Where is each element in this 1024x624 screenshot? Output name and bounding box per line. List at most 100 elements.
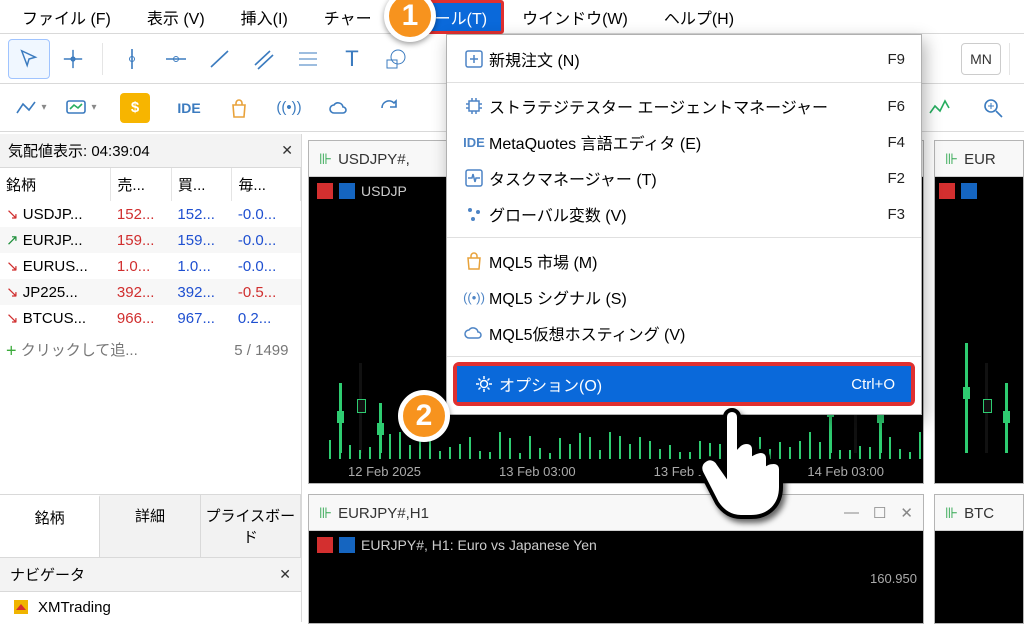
- mi-mql5-signals[interactable]: ((•)) MQL5 シグナル (S): [447, 279, 921, 315]
- chart-usdjpy-inner-label: USDJP: [317, 183, 407, 199]
- channel-tool[interactable]: [243, 39, 285, 79]
- chart-btc-right[interactable]: ⊪BTC: [934, 494, 1024, 624]
- candle-icon: ⊪: [945, 151, 958, 168]
- cloud-icon: [463, 324, 485, 342]
- tools-dropdown: 新規注文 (N) F9 ストラテジテスター エージェントマネージャー F6 ID…: [446, 34, 922, 415]
- table-row[interactable]: ↘ JP225...392...392...-0.5...: [0, 279, 301, 305]
- mi-mql5-market[interactable]: MQL5 市場 (M): [447, 243, 921, 279]
- refresh-button[interactable]: [366, 89, 412, 127]
- mi-metaeditor-short: F4: [887, 134, 905, 151]
- zoom-in-icon: [982, 97, 1004, 119]
- chart-eur-right-label: EUR: [964, 151, 996, 168]
- table-row[interactable]: ↘ USDJP...152...152...-0.0...: [0, 201, 301, 227]
- mi-options-short: Ctrl+O: [851, 376, 895, 393]
- chart-eurjpy-title[interactable]: ⊪ EURJPY#,H1 — ☐ ✕: [309, 495, 923, 531]
- market-watch-header: 気配値表示: 04:39:04 ✕: [0, 134, 301, 168]
- shapes-icon: [384, 47, 408, 71]
- navigator-row-1[interactable]: XMTrading: [0, 592, 301, 622]
- trendline-tool[interactable]: [199, 39, 241, 79]
- cloud-button[interactable]: [316, 89, 362, 127]
- ide-icon: IDE: [459, 135, 489, 150]
- menu-help[interactable]: ヘルプ(H): [646, 0, 752, 34]
- mi-new-order[interactable]: 新規注文 (N) F9: [447, 41, 921, 77]
- tab-symbols[interactable]: 銘柄: [0, 495, 100, 557]
- chart-eurjpy-inner-label: EURJPY#, H1: Euro vs Japanese Yen: [317, 537, 597, 553]
- mi-strategy-label: ストラテジテスター エージェントマネージャー: [489, 94, 887, 118]
- chart-eur-right-body[interactable]: [935, 177, 1023, 483]
- col-change[interactable]: 毎...: [232, 168, 301, 201]
- mi-vps-label: MQL5仮想ホスティング (V): [489, 321, 905, 345]
- table-row[interactable]: ↘ BTCUS...966...967...0.2...: [0, 305, 301, 331]
- crosshair-tool[interactable]: [52, 39, 94, 79]
- chart-eurjpy-label: EURJPY#,H1: [338, 505, 429, 522]
- chart-btc-right-title[interactable]: ⊪BTC: [935, 495, 1023, 531]
- mini-chart[interactable]: [916, 89, 962, 127]
- cursor-tool[interactable]: [8, 39, 50, 79]
- annotation-badge-2: 2: [398, 390, 450, 442]
- mi-global-vars[interactable]: グローバル変数 (V) F3: [447, 196, 921, 232]
- menu-window[interactable]: ウインドウ(W): [504, 0, 646, 34]
- mi-taskmgr-label: タスクマネージャー (T): [489, 166, 887, 190]
- market-button[interactable]: [216, 89, 262, 127]
- mi-globalvars-label: グローバル変数 (V): [489, 202, 887, 226]
- add-symbol-row[interactable]: + クリックして追... 5 / 1499: [0, 331, 301, 370]
- add-symbol-label: クリックして追...: [21, 342, 138, 359]
- market-watch-tabs: 銘柄 詳細 プライスボード: [0, 494, 301, 557]
- mi-options[interactable]: オプション(O) Ctrl+O: [457, 366, 911, 402]
- chart-eurjpy[interactable]: ⊪ EURJPY#,H1 — ☐ ✕ EURJPY#, H1: Euro vs J…: [308, 494, 924, 624]
- table-row[interactable]: ↘ EURUS...1.0...1.0...-0.0...: [0, 253, 301, 279]
- chart-btc-right-body[interactable]: [935, 531, 1023, 623]
- close-icon[interactable]: ✕: [900, 504, 913, 522]
- channel-icon: [252, 47, 276, 71]
- mi-strategy-tester[interactable]: ストラテジテスター エージェントマネージャー F6: [447, 88, 921, 124]
- trendline-icon: [208, 47, 232, 71]
- menu-file[interactable]: ファイル (F): [4, 0, 129, 34]
- dollar-button[interactable]: $: [112, 89, 158, 127]
- table-header-row: 銘柄 売... 買... 毎...: [0, 168, 301, 201]
- menu-chart[interactable]: チャー: [306, 0, 390, 34]
- table-row[interactable]: ↗ EURJP...159...159...-0.0...: [0, 227, 301, 253]
- linechart-drop[interactable]: ▾: [8, 89, 54, 127]
- pulse-icon: [464, 168, 484, 188]
- signal-icon: ((•)): [459, 290, 489, 305]
- timeframe-mn[interactable]: MN: [961, 43, 1001, 75]
- mi-signals-label: MQL5 シグナル (S): [489, 285, 905, 309]
- market-watch-close[interactable]: ✕: [281, 142, 293, 159]
- fib-tool[interactable]: [287, 39, 329, 79]
- col-ask[interactable]: 買...: [171, 168, 232, 201]
- candle-icon: ⊪: [319, 505, 332, 522]
- chart-eur-right-title[interactable]: ⊪ EUR: [935, 141, 1023, 177]
- menu-view[interactable]: 表示 (V): [129, 0, 223, 34]
- menu-insert[interactable]: 挿入(I): [223, 0, 306, 34]
- mi-market-label: MQL5 市場 (M): [489, 249, 905, 273]
- col-bid[interactable]: 売...: [111, 168, 172, 201]
- navigator-close[interactable]: ✕: [279, 566, 291, 583]
- chart-eur-right[interactable]: ⊪ EUR: [934, 140, 1024, 484]
- zoom-in[interactable]: [970, 89, 1016, 127]
- mi-strategy-short: F6: [887, 98, 905, 115]
- signal-button[interactable]: ((•)): [266, 89, 312, 127]
- ide-button[interactable]: IDE: [166, 89, 212, 127]
- shapes-tool[interactable]: [375, 39, 417, 79]
- max-icon[interactable]: ☐: [873, 504, 886, 522]
- chart-eurjpy-body[interactable]: EURJPY#, H1: Euro vs Japanese Yen 160.95…: [309, 531, 923, 623]
- monitor-drop[interactable]: ▾: [58, 89, 104, 127]
- mi-task-manager[interactable]: タスクマネージャー (T) F2: [447, 160, 921, 196]
- plus-icon: +: [6, 341, 17, 361]
- cursor-hand-icon: [694, 400, 794, 520]
- mi-metaeditor[interactable]: IDE MetaQuotes 言語エディタ (E) F4: [447, 124, 921, 160]
- tab-details[interactable]: 詳細: [100, 495, 200, 557]
- tab-priceboard[interactable]: プライスボード: [201, 495, 301, 557]
- broker-icon: [12, 598, 30, 616]
- min-icon[interactable]: —: [844, 504, 859, 522]
- v-line-icon: [122, 47, 142, 71]
- cloud-icon: [327, 98, 351, 118]
- text-tool[interactable]: T: [331, 39, 373, 79]
- vertical-line-tool[interactable]: [111, 39, 153, 79]
- linechart-icon: [15, 98, 37, 118]
- horizontal-line-tool[interactable]: [155, 39, 197, 79]
- refresh-icon: [378, 97, 400, 119]
- menubar: ファイル (F) 表示 (V) 挿入(I) チャー ツール(T) ウインドウ(W…: [0, 0, 1024, 34]
- mi-mql5-vps[interactable]: MQL5仮想ホスティング (V): [447, 315, 921, 351]
- col-symbol[interactable]: 銘柄: [0, 168, 111, 201]
